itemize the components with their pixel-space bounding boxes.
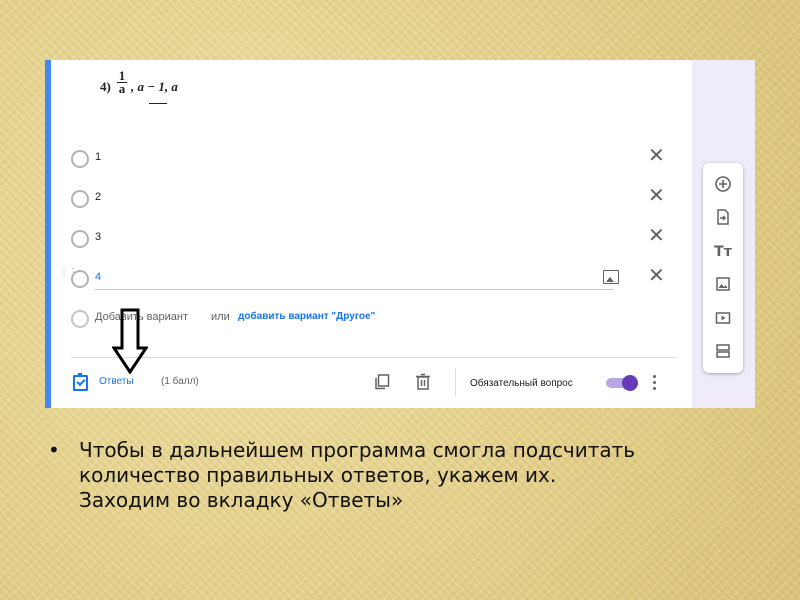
option-label[interactable]: 4 bbox=[95, 271, 101, 283]
required-label: Обязательный вопрос bbox=[470, 378, 573, 389]
add-image-icon[interactable] bbox=[603, 270, 619, 284]
duplicate-icon[interactable] bbox=[374, 374, 390, 390]
or-text: или bbox=[211, 311, 230, 323]
option-label[interactable]: 3 bbox=[95, 231, 101, 243]
toggle-thumb[interactable] bbox=[622, 375, 638, 391]
question-formula-image: 4) 1 a , a − 1, a bbox=[95, 65, 495, 107]
option-row-2[interactable]: 2 ✕ bbox=[71, 186, 671, 210]
points-label: (1 балл) bbox=[161, 376, 199, 387]
question-fraction: 1 a bbox=[117, 69, 127, 96]
option-row-3[interactable]: 3 ✕ bbox=[71, 226, 671, 250]
answers-label[interactable]: Ответы bbox=[99, 376, 134, 387]
option-radio bbox=[71, 310, 89, 328]
add-section-icon[interactable] bbox=[713, 342, 733, 362]
option-radio[interactable] bbox=[71, 230, 89, 248]
footer-vertical-divider bbox=[455, 368, 456, 396]
bullet-text: Чтобы в дальнейшем программа смогла подс… bbox=[79, 438, 636, 512]
remove-option-icon[interactable]: ✕ bbox=[648, 186, 665, 206]
answer-key-icon[interactable] bbox=[73, 373, 88, 391]
side-toolbar: Tт bbox=[703, 163, 743, 373]
remove-option-icon[interactable]: ✕ bbox=[648, 146, 665, 166]
option-row-1[interactable]: 1 ✕ bbox=[71, 146, 671, 170]
add-title-icon[interactable]: Tт bbox=[713, 242, 733, 262]
question-expression: , a − 1, a bbox=[131, 79, 178, 94]
question-number: 4) bbox=[100, 79, 111, 94]
option-label[interactable]: 2 bbox=[95, 191, 101, 203]
option-row-4[interactable]: ⋮⋮ 4 ✕ bbox=[59, 266, 671, 290]
add-video-icon[interactable] bbox=[713, 309, 733, 329]
remove-option-icon[interactable]: ✕ bbox=[648, 226, 665, 246]
import-questions-icon[interactable] bbox=[713, 208, 733, 228]
option-radio[interactable] bbox=[71, 190, 89, 208]
option-radio[interactable] bbox=[71, 270, 89, 288]
remove-option-icon[interactable]: ✕ bbox=[648, 266, 665, 286]
required-toggle[interactable] bbox=[606, 375, 638, 391]
bullet-dot: • bbox=[48, 438, 60, 462]
fraction-denominator: a bbox=[118, 81, 126, 96]
more-options-icon[interactable] bbox=[653, 375, 657, 391]
footer-divider bbox=[71, 357, 677, 358]
down-arrow-annotation bbox=[112, 308, 148, 374]
drag-handle-icon[interactable]: ⋮⋮ bbox=[59, 268, 78, 284]
add-option-row[interactable]: Добавить вариант или добавить вариант "Д… bbox=[71, 308, 671, 330]
forms-screenshot: 4) 1 a , a − 1, a 1 ✕ 2 ✕ 3 ✕ ⋮⋮ 4 ✕ Доб… bbox=[45, 60, 755, 408]
formula-cut-line bbox=[149, 103, 167, 104]
add-image-icon[interactable] bbox=[713, 275, 733, 295]
add-question-icon[interactable] bbox=[713, 175, 733, 195]
delete-icon[interactable] bbox=[415, 373, 431, 390]
add-other-option-link[interactable]: добавить вариант "Другое" bbox=[238, 311, 375, 322]
option-radio[interactable] bbox=[71, 150, 89, 168]
option-input-underline bbox=[95, 289, 613, 290]
option-label[interactable]: 1 bbox=[95, 151, 101, 163]
